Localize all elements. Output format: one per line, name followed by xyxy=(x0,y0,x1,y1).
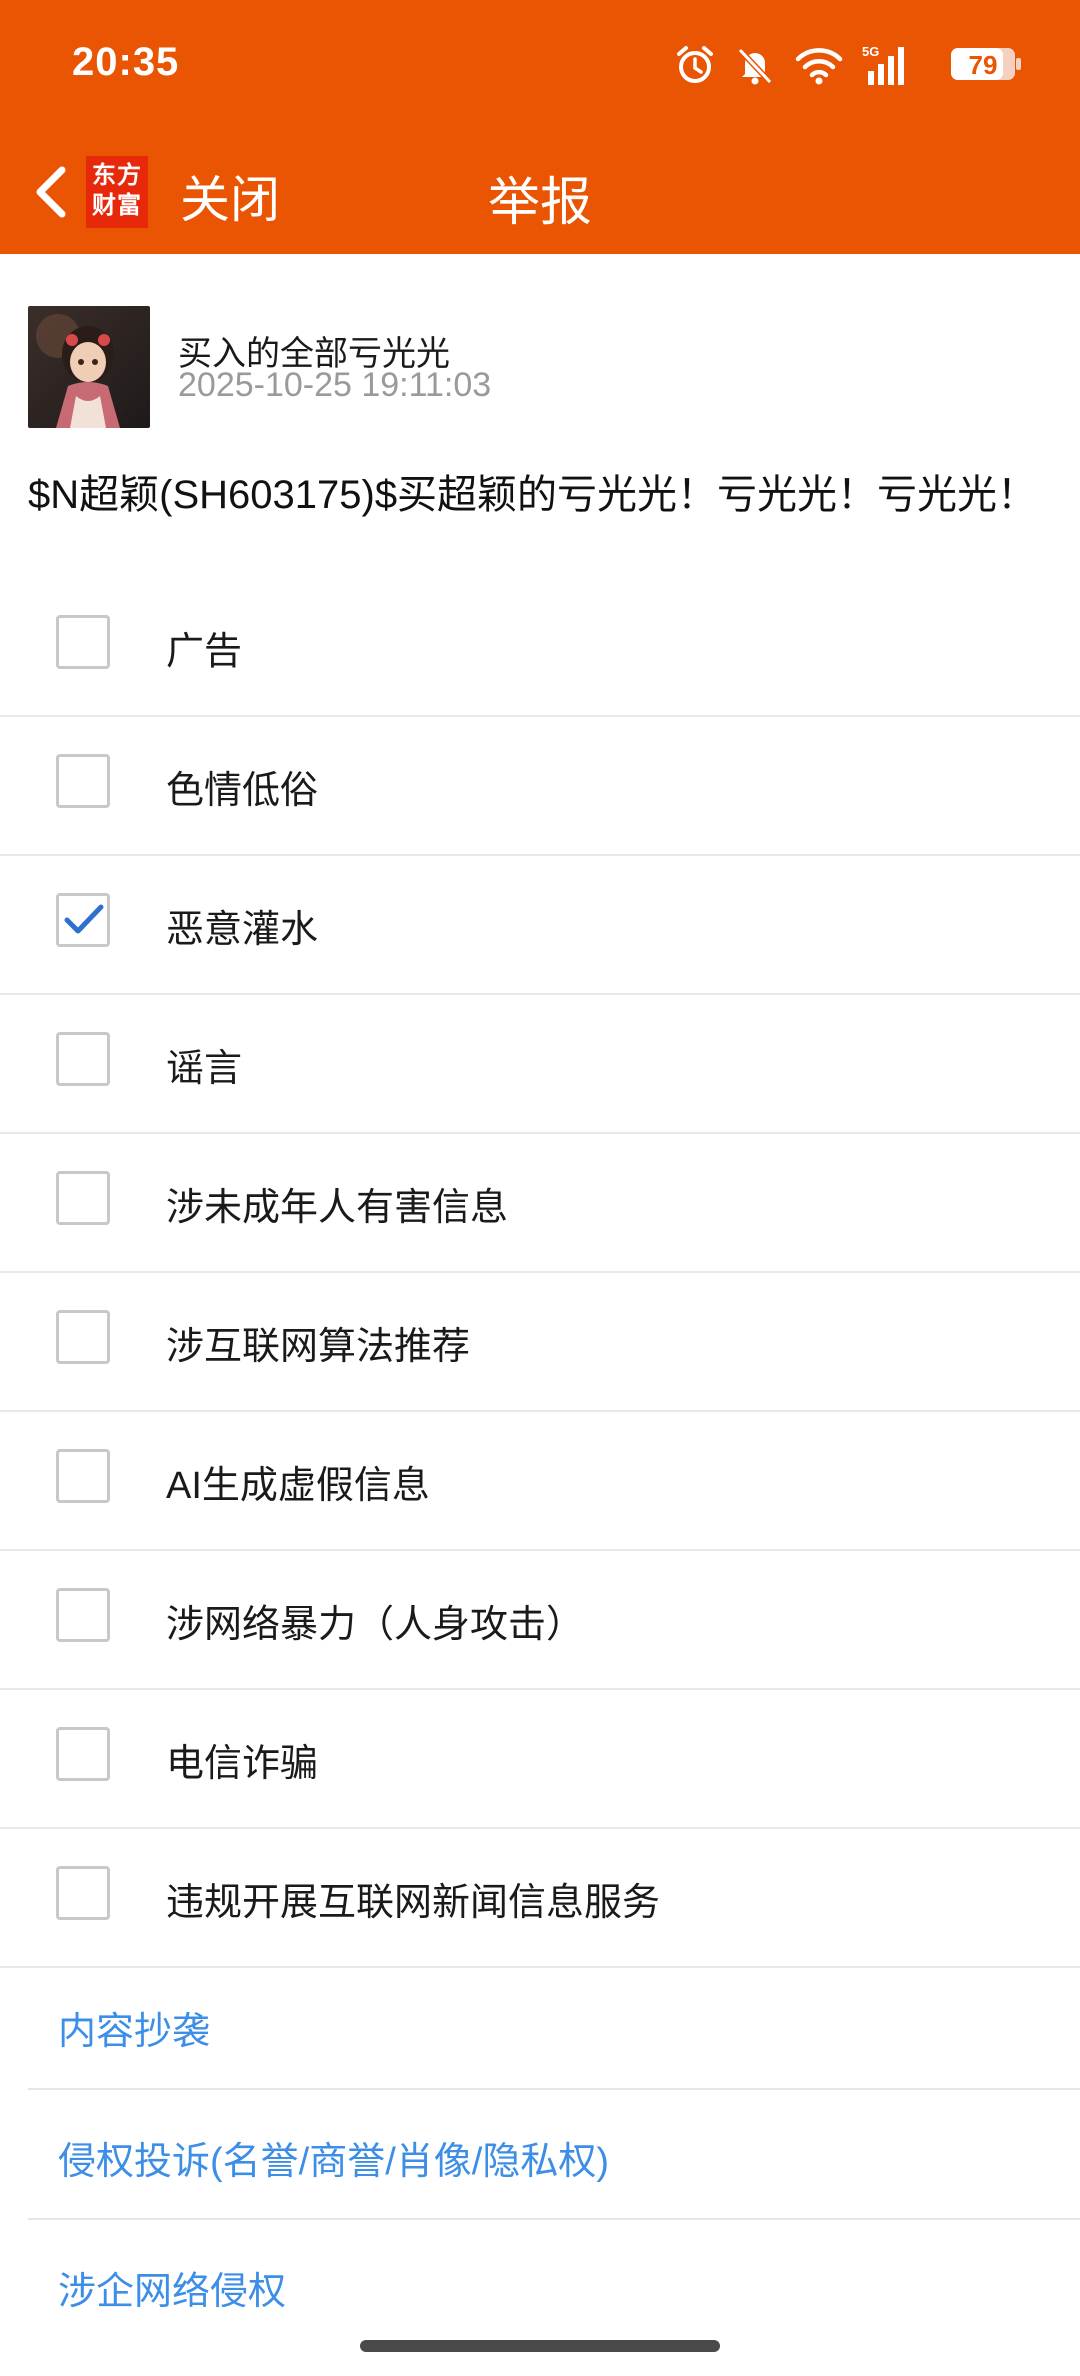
checkbox[interactable] xyxy=(56,1171,110,1225)
checkbox[interactable] xyxy=(56,1727,110,1781)
other-report-links: 内容抄袭 侵权投诉(名誉/商誉/肖像/隐私权) 涉企网络侵权 xyxy=(0,1960,1080,2350)
report-option[interactable]: 谣言 xyxy=(0,995,1080,1134)
checkbox[interactable] xyxy=(56,1032,110,1086)
checkbox[interactable] xyxy=(56,1866,110,1920)
report-option[interactable]: 色情低俗 xyxy=(0,717,1080,856)
report-option[interactable]: 涉网络暴力（人身攻击） xyxy=(0,1551,1080,1690)
report-option-label: 谣言 xyxy=(166,1048,243,1090)
bell-muted-icon xyxy=(737,47,773,85)
post-content: $N超颖(SH603175)$买超颖的亏光光！亏光光！亏光光！ xyxy=(28,473,1038,517)
report-options-list: 广告 色情低俗 恶意灌水 谣言 涉未成年人有害信息 涉互联网算法推荐 AI生成虚… xyxy=(0,578,1080,1968)
report-option[interactable]: 涉互联网算法推荐 xyxy=(0,1273,1080,1412)
report-option-label: 违规开展互联网新闻信息服务 xyxy=(166,1882,661,1924)
report-option[interactable]: 广告 xyxy=(0,578,1080,717)
link-item-enterprise-infringement[interactable]: 涉企网络侵权 xyxy=(28,2220,1080,2350)
report-option-label: 色情低俗 xyxy=(166,770,319,812)
report-option[interactable]: 电信诈骗 xyxy=(0,1690,1080,1829)
nav-bar: 东方 财富 关闭 举报 xyxy=(0,130,1080,254)
link-label[interactable]: 涉企网络侵权 xyxy=(58,2260,286,2315)
checkbox[interactable] xyxy=(56,1449,110,1503)
report-option-label: 电信诈骗 xyxy=(166,1743,319,1785)
checkmark-icon xyxy=(64,904,104,934)
status-icons: 5G xyxy=(674,40,910,90)
page-title: 举报 xyxy=(487,174,592,232)
report-option-label: 广告 xyxy=(166,631,243,673)
report-option[interactable]: 涉未成年人有害信息 xyxy=(0,1134,1080,1273)
report-option-label: 涉互联网算法推荐 xyxy=(166,1326,471,1368)
checkbox[interactable] xyxy=(56,754,110,808)
report-option-label: 涉未成年人有害信息 xyxy=(166,1187,509,1229)
report-option-label: 恶意灌水 xyxy=(166,909,319,951)
svg-text:5G: 5G xyxy=(862,44,879,59)
status-time: 20:35 xyxy=(72,40,180,84)
report-option[interactable]: AI生成虚假信息 xyxy=(0,1412,1080,1551)
header: 20:35 5G 79 东方 财富 关闭 举报 xyxy=(0,0,1080,254)
link-item-plagiarism[interactable]: 内容抄袭 xyxy=(28,1960,1080,2090)
cellular-signal-icon: 5G xyxy=(862,44,904,85)
checkbox[interactable] xyxy=(56,615,110,669)
battery-icon: 79 xyxy=(951,48,1021,80)
checkbox[interactable] xyxy=(56,1310,110,1364)
report-option[interactable]: 恶意灌水 xyxy=(0,856,1080,995)
post-date: 2025-10-25 19:11:03 xyxy=(178,366,492,404)
checkbox-checked[interactable] xyxy=(56,893,110,947)
report-option-label: AI生成虚假信息 xyxy=(166,1465,430,1507)
link-label[interactable]: 侵权投诉(名誉/商誉/肖像/隐私权) xyxy=(58,2130,609,2185)
status-bar: 20:35 5G 79 xyxy=(0,0,1080,130)
report-option[interactable]: 违规开展互联网新闻信息服务 xyxy=(0,1829,1080,1968)
link-label[interactable]: 内容抄袭 xyxy=(58,2000,210,2055)
wifi-icon xyxy=(795,48,843,85)
report-option-label: 涉网络暴力（人身攻击） xyxy=(166,1604,585,1646)
svg-text:79: 79 xyxy=(969,50,998,80)
home-indicator[interactable] xyxy=(360,2340,720,2352)
checkbox[interactable] xyxy=(56,1588,110,1642)
link-item-infringement[interactable]: 侵权投诉(名誉/商誉/肖像/隐私权) xyxy=(28,2090,1080,2220)
alarm-icon xyxy=(677,46,713,83)
avatar[interactable] xyxy=(28,306,150,428)
